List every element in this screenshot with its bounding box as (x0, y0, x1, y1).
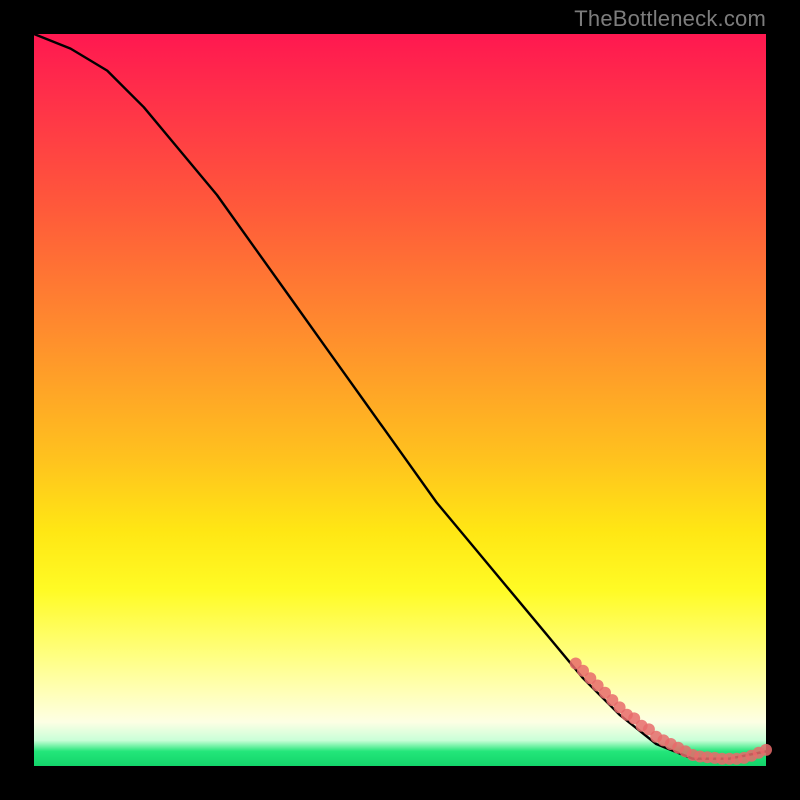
bottleneck-curve (34, 34, 766, 759)
plot-area (34, 34, 766, 766)
data-markers (570, 658, 772, 765)
watermark-text: TheBottleneck.com (574, 6, 766, 32)
chart-frame: TheBottleneck.com (0, 0, 800, 800)
data-marker (760, 744, 772, 756)
chart-svg (34, 34, 766, 766)
